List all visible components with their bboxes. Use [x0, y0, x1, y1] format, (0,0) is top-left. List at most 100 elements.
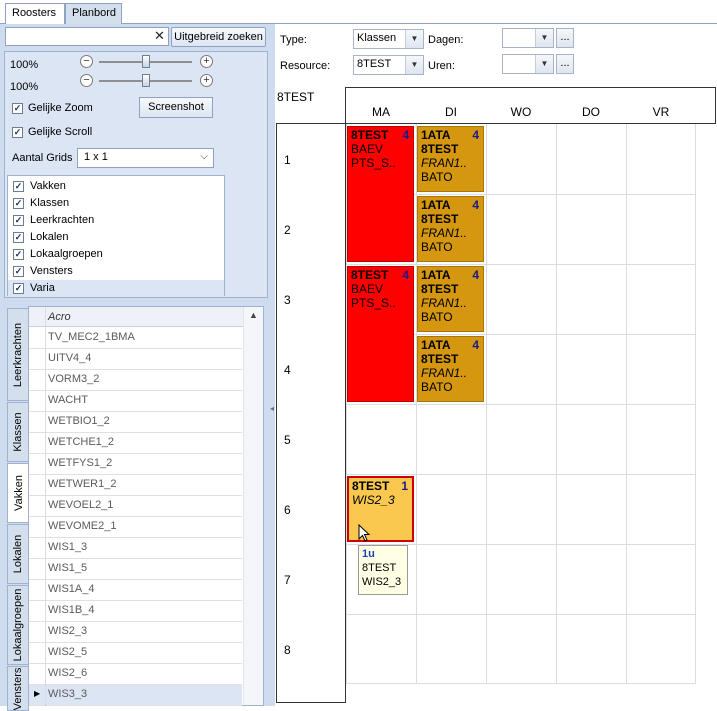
checklist-item[interactable]: ✓ Varia — [8, 280, 224, 297]
chevron-down-icon[interactable]: ▼ — [405, 56, 423, 74]
lesson-line: WIS2_3 — [352, 493, 395, 507]
side-tab-lokaalgroepen[interactable]: Lokaalgroepen — [7, 585, 29, 665]
list-item[interactable]: WIS2_5 — [46, 643, 242, 664]
day-header: WO — [510, 105, 532, 119]
checkbox[interactable]: ✓ — [13, 283, 24, 294]
days-more-button[interactable]: ... — [556, 28, 574, 48]
search-input[interactable] — [5, 27, 169, 46]
list-scrollbar[interactable]: ▲ — [243, 307, 263, 705]
lesson-line: BATO — [421, 240, 453, 254]
checkbox[interactable]: ✓ — [13, 198, 24, 209]
list-item[interactable]: WIS2_3 — [46, 622, 242, 643]
zoom-in-icon[interactable]: + — [200, 74, 213, 87]
list-item[interactable]: WIS1B_4 — [46, 601, 242, 622]
row-indicator[interactable] — [29, 475, 45, 496]
panel-splitter[interactable]: ◂ — [270, 24, 275, 706]
row-indicator[interactable] — [29, 433, 45, 454]
row-indicator[interactable] — [29, 370, 45, 391]
zoom-in-icon[interactable]: + — [200, 55, 213, 68]
list-item[interactable]: WACHT — [46, 391, 242, 412]
lesson-block[interactable]: 1ATA 8TEST FRAN1.. BATO 4 — [417, 336, 484, 402]
checklist-item[interactable]: ✓ Lokalen — [8, 229, 224, 246]
row-indicator[interactable] — [29, 328, 45, 349]
row-indicator[interactable] — [29, 643, 45, 664]
list-item[interactable]: WEVOEL2_1 — [46, 496, 242, 517]
list-item[interactable]: TV_MEC2_1BMA — [46, 328, 242, 349]
checkbox[interactable]: ✓ — [13, 266, 24, 277]
row-indicator[interactable] — [29, 559, 45, 580]
list-item[interactable]: VORM3_2 — [46, 370, 242, 391]
lesson-block[interactable]: 1ATA 8TEST FRAN1.. BATO 4 — [417, 266, 484, 332]
list-item[interactable]: UITV4_4 — [46, 349, 242, 370]
checklist-item[interactable]: ✓ Leerkrachten — [8, 212, 224, 229]
column-header-acro[interactable]: Acro — [48, 311, 71, 323]
side-tab-klassen[interactable]: Klassen — [7, 402, 29, 462]
clear-search-icon[interactable]: ✕ — [151, 28, 168, 45]
zoom-slider-thumb-1[interactable] — [141, 55, 150, 68]
checkbox[interactable]: ✓ — [13, 181, 24, 192]
list-item[interactable]: WETFYS1_2 — [46, 454, 242, 475]
tab-planbord[interactable]: Planbord — [65, 3, 122, 24]
type-select[interactable]: Klassen ▼ — [353, 29, 424, 49]
collapse-left-icon[interactable]: ◂ — [270, 404, 274, 413]
zoom-slider-thumb-2[interactable] — [141, 74, 150, 87]
checkbox[interactable]: ✓ — [13, 232, 24, 243]
zoom-out-icon[interactable]: − — [80, 74, 93, 87]
tab-roosters[interactable]: Roosters — [5, 3, 65, 25]
hours-select[interactable]: ▼ — [502, 54, 554, 74]
hour-label: 7 — [284, 573, 291, 587]
row-indicator[interactable] — [29, 622, 45, 643]
row-indicator[interactable] — [29, 580, 45, 601]
row-indicator[interactable] — [29, 454, 45, 475]
row-indicator[interactable] — [29, 538, 45, 559]
row-indicator[interactable] — [29, 496, 45, 517]
screenshot-button[interactable]: Screenshot — [139, 97, 213, 118]
zoom-out-icon[interactable]: − — [80, 55, 93, 68]
checklist-item[interactable]: ✓ Klassen — [8, 195, 224, 212]
grid-count-select[interactable]: 1 x 1 ⌵ — [77, 148, 214, 168]
checklist-item-label: Lokaalgroepen — [30, 248, 103, 260]
side-tab-lokalen[interactable]: Lokalen — [7, 524, 29, 584]
list-item[interactable]: WIS2_6 — [46, 664, 242, 685]
lesson-block[interactable]: 8TEST BAEV PTS_S.. 4 — [347, 126, 414, 262]
list-item[interactable]: WETBIO1_2 — [46, 412, 242, 433]
list-item[interactable]: WETCHE1_2 — [46, 433, 242, 454]
row-indicator[interactable] — [29, 664, 45, 685]
scroll-up-icon[interactable]: ▲ — [249, 310, 258, 320]
row-indicator[interactable]: ▶ — [29, 685, 45, 706]
list-item[interactable]: WEVOME2_1 — [46, 517, 242, 538]
list-item[interactable]: WIS3_3 — [46, 685, 242, 706]
row-indicator[interactable] — [29, 517, 45, 538]
lesson-block[interactable]: 8TEST BAEV PTS_S.. 4 — [347, 266, 414, 402]
lesson-block[interactable]: 1ATA 8TEST FRAN1.. BATO 4 — [417, 196, 484, 262]
chevron-down-icon[interactable]: ▼ — [535, 29, 553, 47]
schedule-grid[interactable]: 8TEST BAEV PTS_S.. 4 1ATA 8TEST FRAN1.. BATO 4 1A… — [346, 124, 696, 684]
resource-select[interactable]: 8TEST ▼ — [353, 55, 424, 75]
same-zoom-checkbox[interactable]: ✓ — [12, 103, 23, 114]
side-tab-vakken[interactable]: Vakken — [7, 463, 29, 523]
days-select[interactable]: ▼ — [502, 28, 554, 48]
chevron-down-icon[interactable]: ▼ — [405, 30, 423, 48]
lesson-line: 1ATA — [421, 338, 451, 352]
list-item[interactable]: WIS1_5 — [46, 559, 242, 580]
hours-more-button[interactable]: ... — [556, 54, 574, 74]
row-indicator[interactable] — [29, 349, 45, 370]
lesson-block[interactable]: 1ATA 8TEST FRAN1.. BATO 4 — [417, 126, 484, 192]
checklist-item[interactable]: ✓ Lokaalgroepen — [8, 246, 224, 263]
checklist-item[interactable]: ✓ Vakken — [8, 178, 224, 195]
checklist-item[interactable]: ✓ Vensters — [8, 263, 224, 280]
checkbox[interactable]: ✓ — [13, 249, 24, 260]
row-indicator[interactable] — [29, 391, 45, 412]
chevron-down-icon[interactable]: ▼ — [535, 55, 553, 73]
list-item[interactable]: WETWER1_2 — [46, 475, 242, 496]
row-indicator[interactable] — [29, 601, 45, 622]
list-item[interactable]: WIS1_3 — [46, 538, 242, 559]
side-tab-vensters[interactable]: Vensters — [7, 666, 29, 711]
row-indicator[interactable] — [29, 412, 45, 433]
same-scroll-checkbox[interactable]: ✓ — [12, 127, 23, 138]
list-item[interactable]: WIS1A_4 — [46, 580, 242, 601]
checkbox[interactable]: ✓ — [13, 215, 24, 226]
lesson-line: FRAN1.. — [421, 296, 468, 310]
advanced-search-button[interactable]: Uitgebreid zoeken — [171, 27, 266, 47]
side-tab-leerkrachten[interactable]: Leerkrachten — [7, 308, 29, 401]
